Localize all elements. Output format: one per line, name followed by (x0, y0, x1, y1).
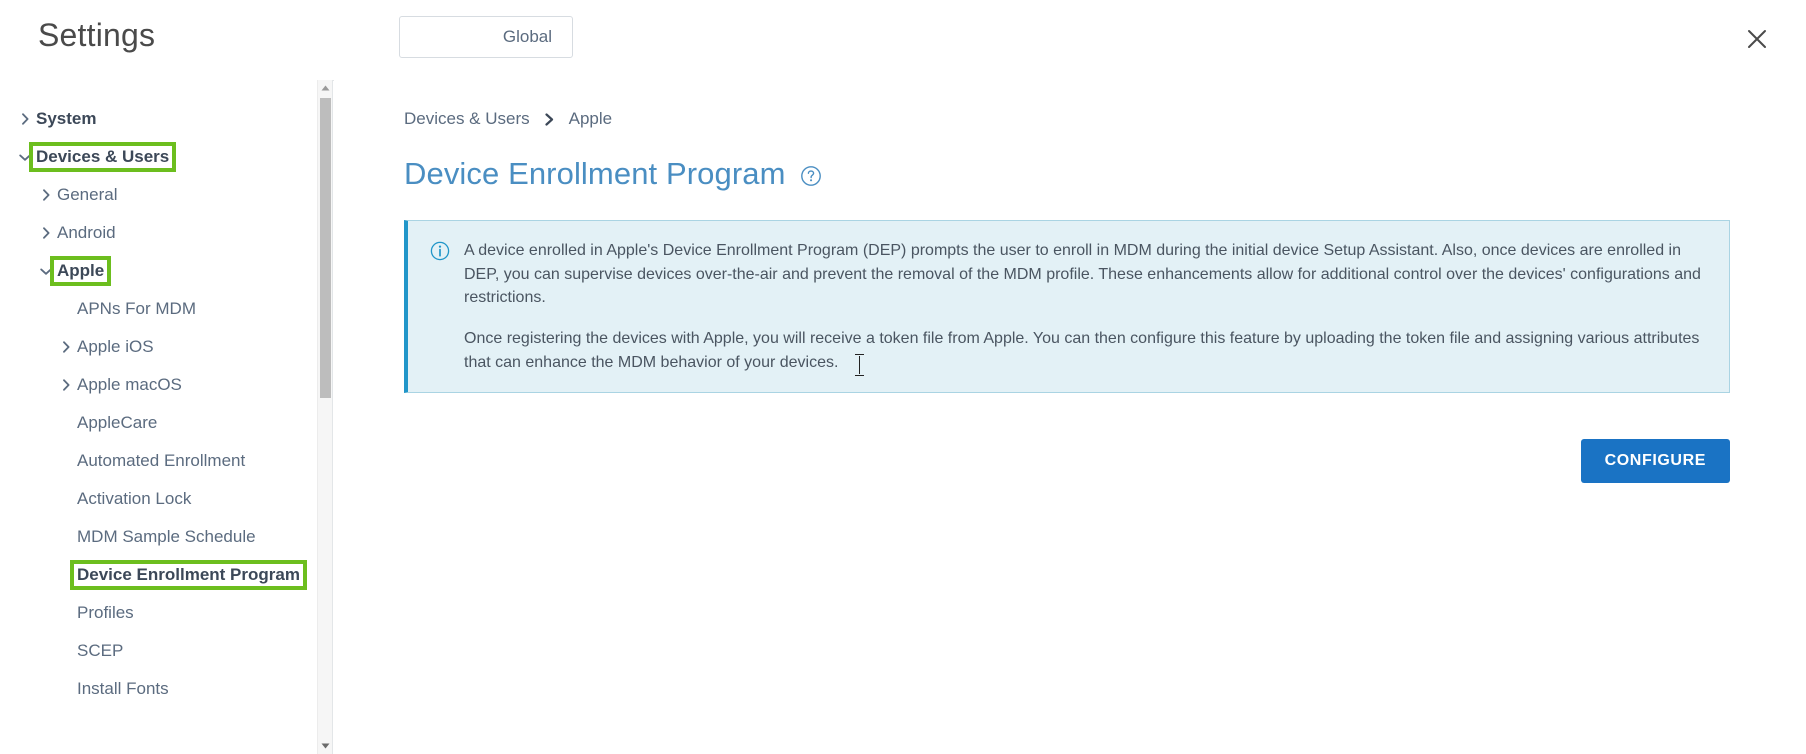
sidebar-item-label: General (57, 185, 118, 204)
help-icon[interactable] (800, 165, 822, 187)
sidebar-item-apple[interactable]: Apple (0, 252, 332, 290)
sidebar-item-apns-for-mdm[interactable]: APNs For MDM (0, 290, 332, 328)
breadcrumb: Devices & Users Apple (404, 106, 1770, 132)
app-header: Settings Global (0, 0, 1806, 81)
breadcrumb-item-devices-users[interactable]: Devices & Users (404, 109, 530, 129)
sidebar-item-apple-ios[interactable]: Apple iOS (0, 328, 332, 366)
sidebar-item-label: Apple iOS (77, 337, 154, 356)
scope-selector-button[interactable]: Global (399, 16, 573, 58)
page-title: Settings (38, 17, 156, 53)
sidebar-nav-list: System Devices & Users General Android Apple… (0, 80, 332, 708)
sidebar-item-apple-macos[interactable]: Apple macOS (0, 366, 332, 404)
sidebar-item-label: Profiles (77, 603, 134, 622)
chevron-right-icon (58, 379, 74, 391)
sidebar-item-system[interactable]: System (0, 100, 332, 138)
content-title: Device Enrollment Program (404, 156, 786, 191)
action-row: CONFIGURE (404, 439, 1730, 484)
chevron-right-icon (17, 113, 33, 125)
sidebar-item-label: APNs For MDM (77, 299, 196, 318)
sidebar-item-label: Devices & Users (28, 142, 177, 172)
sidebar-item-label: SCEP (77, 641, 124, 660)
sidebar-item-label: Apple macOS (77, 375, 182, 394)
chevron-right-icon (38, 189, 54, 201)
caret-up-icon (321, 85, 330, 91)
content-title-row: Device Enrollment Program (404, 156, 1770, 192)
sidebar-item-label: System (36, 109, 97, 128)
info-icon (430, 241, 450, 261)
sidebar-item-android[interactable]: Android (0, 214, 332, 252)
breadcrumb-item-apple[interactable]: Apple (569, 109, 612, 129)
chevron-right-icon (544, 112, 555, 126)
scrollbar-thumb[interactable] (320, 98, 331, 398)
scope-selector-label: Global (502, 27, 552, 46)
info-banner-text: A device enrolled in Apple's Device Enro… (464, 239, 1707, 374)
chevron-down-icon (38, 267, 54, 276)
body-container: System Devices & Users General Android Apple… (0, 80, 1806, 754)
info-banner: A device enrolled in Apple's Device Enro… (404, 220, 1730, 394)
chevron-right-icon (58, 341, 74, 353)
sidebar-item-label: Android (57, 223, 116, 242)
sidebar-item-install-fonts[interactable]: Install Fonts (0, 670, 332, 708)
sidebar-item-profiles[interactable]: Profiles (0, 594, 332, 632)
sidebar-item-scep[interactable]: SCEP (0, 632, 332, 670)
scroll-up-arrow[interactable] (318, 80, 332, 96)
sidebar-item-devices-users[interactable]: Devices & Users (0, 138, 332, 176)
caret-down-icon (321, 743, 330, 749)
sidebar-scrollbar[interactable] (317, 80, 332, 754)
sidebar-item-activation-lock[interactable]: Activation Lock (0, 480, 332, 518)
configure-button[interactable]: CONFIGURE (1580, 439, 1730, 484)
sidebar-item-applecare[interactable]: AppleCare (0, 404, 332, 442)
sidebar-item-general[interactable]: General (0, 176, 332, 214)
sidebar-item-device-enrollment-program[interactable]: Device Enrollment Program (0, 556, 332, 594)
sidebar-item-label: Automated Enrollment (77, 451, 246, 470)
settings-sidebar: System Devices & Users General Android Apple… (0, 80, 333, 754)
chevron-down-icon (17, 153, 33, 162)
sidebar-item-label: Apple (49, 256, 112, 286)
sidebar-item-label: Activation Lock (77, 489, 192, 508)
chevron-right-icon (38, 227, 54, 239)
sidebar-item-mdm-sample-schedule[interactable]: MDM Sample Schedule (0, 518, 332, 556)
info-paragraph-1: A device enrolled in Apple's Device Enro… (464, 242, 1701, 307)
close-button[interactable] (1736, 18, 1778, 60)
scroll-down-arrow[interactable] (318, 738, 332, 754)
sidebar-item-label: MDM Sample Schedule (77, 527, 256, 546)
sidebar-item-label: AppleCare (77, 413, 158, 432)
main-content: Devices & Users Apple Device Enrollment … (334, 80, 1806, 754)
info-paragraph-2: Once registering the devices with Apple,… (464, 330, 1700, 371)
sidebar-item-automated-enrollment[interactable]: Automated Enrollment (0, 442, 332, 480)
sidebar-item-label: Install Fonts (77, 679, 169, 698)
close-icon (1746, 28, 1768, 50)
sidebar-item-label: Device Enrollment Program (70, 560, 307, 590)
